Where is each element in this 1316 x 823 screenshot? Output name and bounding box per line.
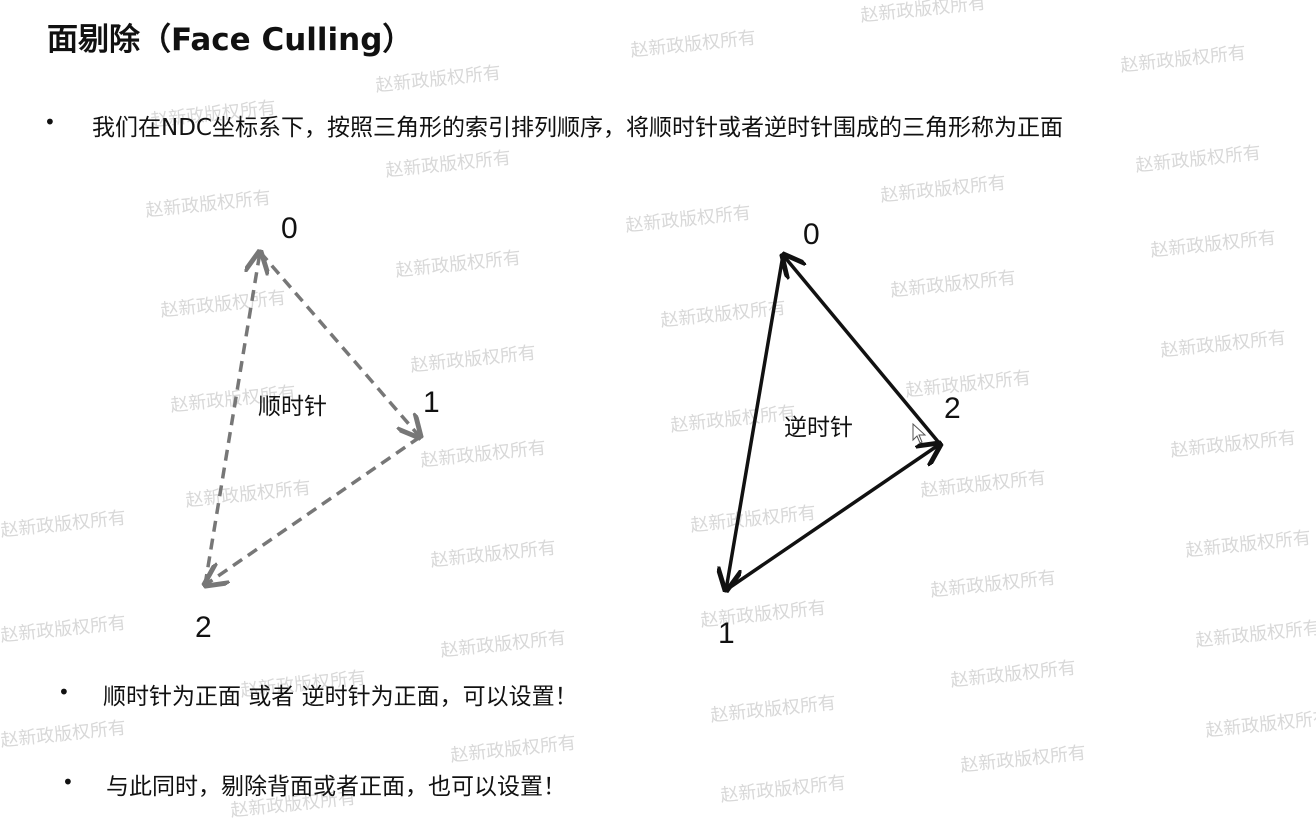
cw-edge-2-0 bbox=[203, 252, 260, 586]
counterclockwise-label: 逆时针 bbox=[784, 415, 853, 441]
ccw-vertex-2-label: 2 bbox=[944, 392, 961, 425]
mouse-cursor-icon bbox=[912, 422, 927, 444]
bullet-text-2: 顺时针为正面 或者 逆时针为正面，可以设置！ bbox=[103, 684, 578, 710]
bullet-marker: • bbox=[58, 680, 70, 704]
cw-vertex-1-label: 1 bbox=[423, 386, 440, 419]
bullet-marker: • bbox=[62, 770, 74, 794]
clockwise-label: 顺时针 bbox=[258, 394, 327, 420]
ccw-vertex-1-label: 1 bbox=[718, 617, 735, 650]
cw-vertex-0-label: 0 bbox=[281, 212, 298, 245]
ccw-vertex-0-label: 0 bbox=[803, 218, 820, 251]
ccw-edge-1-2 bbox=[725, 444, 940, 592]
cw-edge-1-2 bbox=[205, 435, 421, 585]
ccw-edge-0-1 bbox=[726, 254, 785, 590]
clockwise-triangle: 0 1 2 顺时针 bbox=[195, 212, 440, 644]
bullet-text-3: 与此同时，剔除背面或者正面，也可以设置！ bbox=[106, 774, 566, 800]
cw-vertex-2-label: 2 bbox=[195, 611, 212, 644]
